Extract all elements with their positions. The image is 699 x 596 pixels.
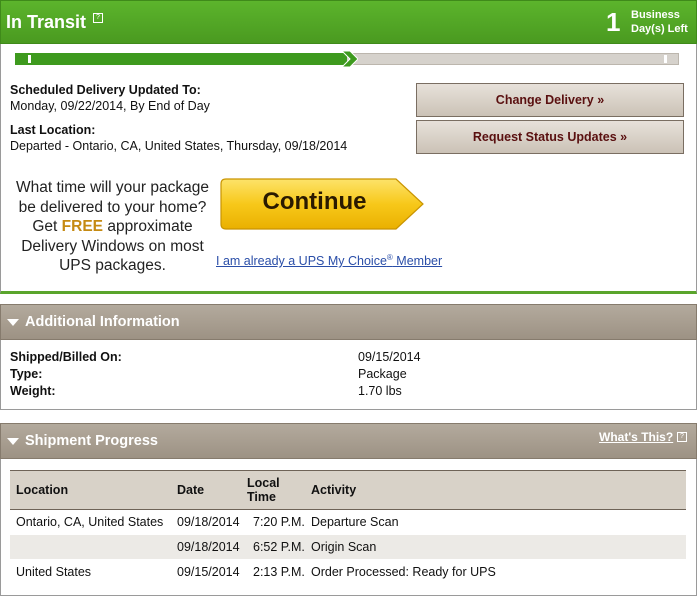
promo-line: What time will your package: [16, 179, 209, 196]
delivery-windows-promo: What time will your package be delivered…: [10, 178, 215, 276]
additional-info-title[interactable]: Additional Information: [25, 314, 180, 330]
status-header: [0, 0, 697, 44]
days-label-line2: Day(s) Left: [631, 23, 688, 35]
cell-activity: Origin Scan: [305, 534, 686, 560]
cell-activity: Order Processed: Ready for UPS: [305, 559, 686, 585]
cell-activity: Departure Scan: [305, 509, 686, 535]
help-icon[interactable]: ?: [93, 13, 103, 23]
table-row: 09/18/2014 6:52 P.M. Origin Scan: [10, 534, 686, 560]
info-label: Type:: [10, 367, 43, 381]
member-link-suffix[interactable]: Member: [393, 254, 442, 268]
collapse-triangle-icon[interactable]: [7, 438, 19, 445]
info-label: Weight:: [10, 384, 56, 398]
cell-time: 2:13 P.M.: [247, 559, 305, 585]
progress-fill: [15, 53, 347, 65]
cell-location: [10, 534, 171, 560]
table-header-row: Location Date Local Time Activity: [10, 470, 686, 510]
whats-this-link[interactable]: What's This?: [599, 430, 673, 444]
continue-button-label[interactable]: Continue: [222, 188, 407, 216]
progress-tick: [28, 55, 31, 63]
column-header: Local Time: [247, 470, 305, 510]
shipment-progress-title[interactable]: Shipment Progress: [25, 433, 158, 449]
days-left-count: 1: [606, 7, 621, 37]
cell-location: United States: [10, 559, 171, 585]
progress-tick: [664, 55, 667, 63]
promo-rest: approximate: [103, 218, 193, 235]
info-label: Shipped/Billed On:: [10, 350, 122, 364]
last-location-value: Departed - Ontario, CA, United States, T…: [10, 139, 348, 153]
member-link-text[interactable]: I am already a UPS My Choice: [216, 254, 387, 268]
scheduled-delivery-value: Monday, 09/22/2014, By End of Day: [10, 99, 210, 113]
help-icon[interactable]: ?: [677, 432, 687, 442]
column-header: Date: [171, 470, 247, 510]
column-header: Activity: [305, 470, 686, 510]
cell-time: 7:20 P.M.: [247, 509, 305, 535]
status-title: In Transit: [6, 12, 87, 32]
table-row: United States 09/15/2014 2:13 P.M. Order…: [10, 559, 686, 585]
promo-free: FREE: [61, 218, 104, 235]
days-label-line1: Business: [631, 9, 680, 21]
scheduled-delivery-label: Scheduled Delivery Updated To:: [10, 83, 201, 97]
promo-line: be delivered to your home?: [18, 198, 207, 216]
cell-time: 6:52 P.M.: [247, 534, 305, 560]
request-status-updates-button[interactable]: Request Status Updates »: [416, 120, 684, 154]
cell-date: 09/18/2014: [171, 534, 247, 560]
info-value: Package: [358, 367, 407, 381]
last-location-label: Last Location:: [10, 123, 96, 137]
info-value: 1.70 lbs: [358, 384, 402, 398]
collapse-triangle-icon[interactable]: [7, 319, 19, 326]
cell-date: 09/18/2014: [171, 509, 247, 535]
progress-arrow-icon: [342, 51, 358, 67]
change-delivery-button[interactable]: Change Delivery »: [416, 83, 684, 117]
cell-date: 09/15/2014: [171, 559, 247, 585]
days-left-label: Business Day(s) Left: [631, 8, 696, 36]
shipment-progress-table: Location Date Local Time Activity Ontari…: [10, 470, 686, 585]
promo-line: Get FREE approximate: [10, 217, 215, 237]
cell-location: Ontario, CA, United States: [10, 509, 171, 535]
promo-get: Get: [32, 218, 62, 235]
my-choice-member-link[interactable]: I am already a UPS My Choice® Member: [216, 253, 442, 268]
column-header: Location: [10, 470, 171, 510]
table-row: Ontario, CA, United States 09/18/2014 7:…: [10, 509, 686, 535]
promo-line: Delivery Windows on most: [21, 237, 204, 255]
info-value: 09/15/2014: [358, 350, 421, 364]
promo-line: UPS packages.: [59, 257, 166, 274]
